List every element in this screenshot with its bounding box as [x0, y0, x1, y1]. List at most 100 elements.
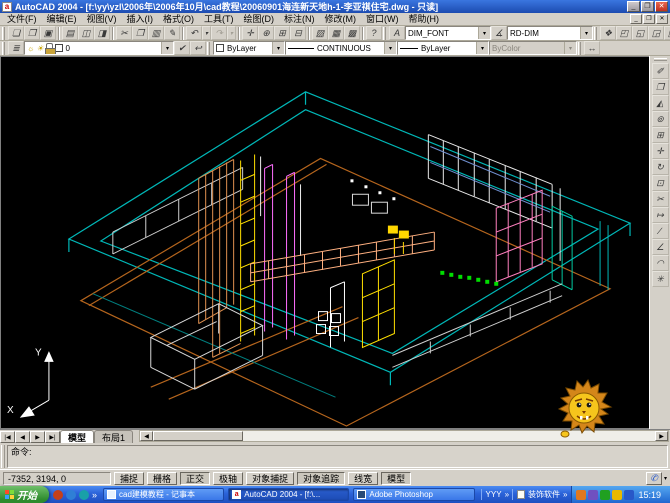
- doc-close-button[interactable]: ✕: [656, 14, 668, 24]
- chevron-down-icon[interactable]: ▾: [272, 42, 284, 54]
- zoom-window-button[interactable]: ⊞: [274, 26, 290, 40]
- paste-button[interactable]: ▥: [148, 26, 164, 40]
- grid-toggle[interactable]: 栅格: [147, 472, 177, 485]
- polar-toggle[interactable]: 极轴: [213, 472, 243, 485]
- menu-dimension[interactable]: 标注(N): [279, 13, 320, 26]
- menu-window[interactable]: 窗口(W): [361, 13, 404, 26]
- tray-icon-1[interactable]: [576, 490, 586, 500]
- chevron-down-icon[interactable]: ▾: [476, 42, 488, 54]
- menu-view[interactable]: 视图(V): [82, 13, 122, 26]
- trim-button[interactable]: ✂: [652, 191, 669, 207]
- lineweight-combo[interactable]: ByLayer ▾: [397, 41, 489, 55]
- restore-button[interactable]: ❐: [641, 1, 654, 12]
- move-button[interactable]: ✛: [652, 143, 669, 159]
- redo-button[interactable]: ↷: [211, 26, 227, 40]
- chevron-icon[interactable]: »: [563, 490, 567, 499]
- named-views-button[interactable]: ❖: [600, 26, 616, 40]
- chevron-down-icon[interactable]: ▾: [384, 42, 396, 54]
- task-notepad[interactable]: cad建模教程 - 记事本: [103, 488, 224, 501]
- chevron-icon[interactable]: »: [505, 490, 509, 499]
- view-bottom-button[interactable]: ◱: [632, 26, 648, 40]
- lion-mascot[interactable]: [555, 376, 613, 440]
- toolbar-grip[interactable]: [578, 42, 581, 55]
- linetype-combo[interactable]: CONTINUOUS ▾: [285, 41, 397, 55]
- break-button[interactable]: ∕: [652, 223, 669, 239]
- publish-button[interactable]: ◨: [94, 26, 110, 40]
- toolbar-grip[interactable]: [2, 42, 5, 55]
- redo-dropdown[interactable]: ▾: [227, 26, 236, 40]
- erase-button[interactable]: ✐: [652, 63, 669, 79]
- doc-restore-button[interactable]: ❐: [643, 14, 655, 24]
- tray-icon-5[interactable]: [624, 490, 634, 500]
- offset-button[interactable]: ⊚: [652, 111, 669, 127]
- command-input[interactable]: 命令:: [7, 445, 668, 468]
- menu-file[interactable]: 文件(F): [2, 13, 42, 26]
- pan-realtime-button[interactable]: ✛: [242, 26, 258, 40]
- make-layer-current-button[interactable]: ✔: [174, 41, 190, 55]
- doc-minimize-button[interactable]: _: [630, 14, 642, 24]
- view-top-button[interactable]: ◰: [616, 26, 632, 40]
- coordinates-readout[interactable]: -7352, 3194, 0: [3, 472, 111, 485]
- cut-button[interactable]: ✂: [116, 26, 132, 40]
- quicklaunch-icon-3[interactable]: [79, 490, 89, 500]
- tab-first-button[interactable]: |◀: [0, 431, 15, 443]
- text-style-button[interactable]: A: [389, 26, 405, 40]
- undo-button[interactable]: ↶: [186, 26, 202, 40]
- tab-last-button[interactable]: ▶|: [45, 431, 60, 443]
- text-style-combo[interactable]: DIM_FONT ▾: [405, 26, 491, 40]
- zoom-previous-button[interactable]: ⊟: [290, 26, 306, 40]
- tray-icon-2[interactable]: [588, 490, 598, 500]
- open-button[interactable]: ❒: [24, 26, 40, 40]
- menu-draw[interactable]: 绘图(D): [239, 13, 280, 26]
- minimize-button[interactable]: _: [627, 1, 640, 12]
- explode-button[interactable]: ✳: [652, 271, 669, 287]
- match-properties-button[interactable]: ✎: [164, 26, 180, 40]
- tab-model[interactable]: 模型: [60, 430, 94, 443]
- mirror-button[interactable]: ◭: [652, 95, 669, 111]
- menu-modify[interactable]: 修改(M): [320, 13, 362, 26]
- color-combo[interactable]: ByLayer ▾: [213, 41, 285, 55]
- toolbar-grip[interactable]: [2, 27, 5, 40]
- new-button[interactable]: ❏: [8, 26, 24, 40]
- tray-icon-4[interactable]: [612, 490, 622, 500]
- tab-prev-button[interactable]: ◀: [15, 431, 30, 443]
- model-toggle[interactable]: 模型: [381, 472, 411, 485]
- snap-toggle[interactable]: 捕捉: [114, 472, 144, 485]
- toolbar-grip[interactable]: [207, 42, 210, 55]
- drawing-canvas[interactable]: Y X: [0, 56, 649, 429]
- fillet-button[interactable]: ◠: [652, 255, 669, 271]
- designcenter-button[interactable]: ▦: [328, 26, 344, 40]
- rotate-button[interactable]: ↻: [652, 159, 669, 175]
- menu-edit[interactable]: 编辑(E): [42, 13, 82, 26]
- ortho-toggle[interactable]: 正交: [180, 472, 210, 485]
- otrack-toggle[interactable]: 对象追踪: [297, 472, 345, 485]
- lineweight-toggle[interactable]: 线宽: [348, 472, 378, 485]
- scale-button[interactable]: ⊡: [652, 175, 669, 191]
- toolbar-grip[interactable]: [512, 489, 514, 500]
- save-button[interactable]: ▣: [40, 26, 56, 40]
- menu-format[interactable]: 格式(O): [158, 13, 199, 26]
- taskbar-toolbar-yyy[interactable]: YYY: [486, 490, 502, 499]
- plot-preview-button[interactable]: ◫: [78, 26, 94, 40]
- copy-button[interactable]: ❐: [132, 26, 148, 40]
- chevron-down-icon[interactable]: ▾: [580, 27, 592, 39]
- menu-help[interactable]: 帮助(H): [404, 13, 445, 26]
- chevron-down-icon[interactable]: ▾: [478, 27, 490, 39]
- taskbar-toolbar-deco[interactable]: 装饰软件: [528, 489, 560, 500]
- array-button[interactable]: ⊞: [652, 127, 669, 143]
- tray-icon-3[interactable]: [600, 490, 610, 500]
- layer-previous-button[interactable]: ↩: [190, 41, 206, 55]
- scrollbar-thumb[interactable]: [153, 431, 243, 441]
- task-autocad[interactable]: a AutoCAD 2004 - [f:\...: [228, 488, 349, 501]
- toolbar-grip[interactable]: [594, 27, 597, 40]
- toolbar-grip[interactable]: [383, 27, 386, 40]
- start-button[interactable]: 开始: [0, 486, 49, 503]
- view-right-button[interactable]: ◳: [664, 26, 670, 40]
- menu-tools[interactable]: 工具(T): [199, 13, 239, 26]
- undo-dropdown[interactable]: ▾: [202, 26, 211, 40]
- properties-button[interactable]: ▧: [312, 26, 328, 40]
- status-tray-arrow[interactable]: ▾: [664, 475, 667, 482]
- layer-combo[interactable]: ☼ ☀ 0 ▾: [24, 41, 174, 55]
- tab-layout1[interactable]: 布局1: [94, 430, 133, 443]
- toolbar-grip[interactable]: [481, 489, 483, 500]
